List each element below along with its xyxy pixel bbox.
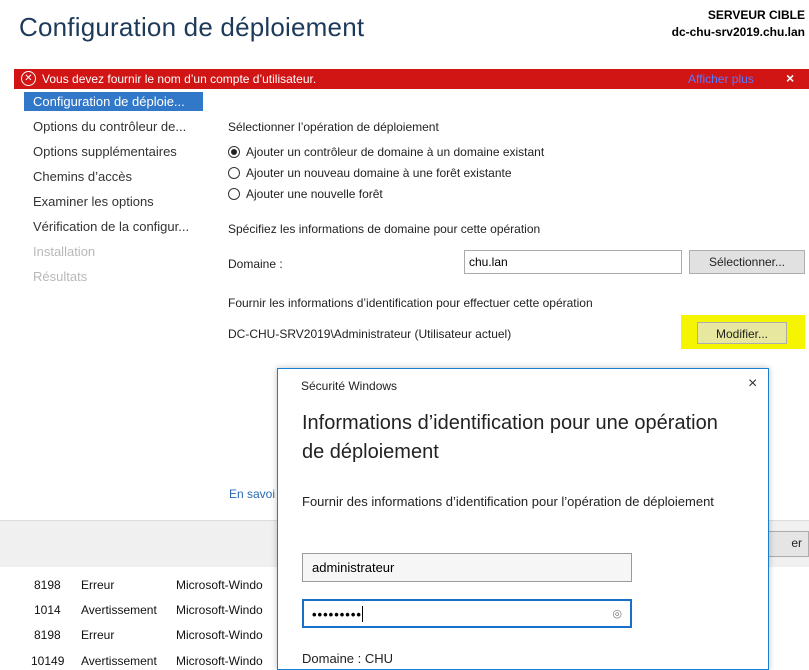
text-cursor — [361, 606, 363, 622]
radio-add-dc-existing-domain[interactable]: Ajouter un contrôleur de domaine à un do… — [228, 145, 544, 159]
username-field[interactable]: administrateur — [302, 553, 632, 582]
sidebar-item-deployment-config[interactable]: Configuration de déploie... — [24, 92, 203, 111]
domain-info-label: Spécifiez les informations de domaine po… — [228, 222, 541, 236]
reveal-password-icon[interactable]: ◎ — [612, 601, 622, 628]
sidebar-item-results: Résultats — [33, 269, 88, 284]
target-server-label: SERVEUR CIBLE — [707, 8, 805, 22]
dialog-heading: Informations d’identification pour une o… — [302, 412, 718, 463]
modify-button[interactable]: Modifier... — [697, 322, 787, 344]
target-server-name: dc-chu-srv2019.chu.lan — [671, 25, 805, 39]
radio-button[interactable] — [228, 188, 240, 200]
learn-more-link[interactable]: En savoi — [229, 487, 275, 501]
sidebar-item-installation: Installation — [33, 244, 96, 259]
domain-input[interactable]: chu.lan — [464, 250, 682, 274]
error-notification-bar: ✕ Vous devez fournir le nom d’un compte … — [14, 69, 809, 89]
current-user-text: DC-CHU-SRV2019\Administrateur (Utilisate… — [228, 327, 512, 341]
close-icon[interactable]: × — [786, 70, 794, 86]
sidebar-item-dc-options[interactable]: Options du contrôleur de... — [24, 117, 203, 136]
show-more-link[interactable]: Afficher plus — [688, 72, 754, 86]
sidebar-item-paths[interactable]: Chemins d’accès — [24, 167, 203, 186]
page-title: Configuration de déploiement — [19, 12, 365, 42]
sidebar-item-additional-options[interactable]: Options supplémentaires — [24, 142, 203, 161]
radio-button[interactable] — [228, 167, 240, 179]
dialog-description: Fournir des informations d’identificatio… — [302, 494, 714, 509]
close-icon[interactable]: × — [748, 375, 757, 393]
windows-security-dialog: Sécurité Windows × Informations d’identi… — [277, 368, 769, 670]
error-icon: ✕ — [21, 71, 36, 86]
radio-button-selected[interactable] — [228, 146, 240, 158]
sidebar-item-prerequisites-check[interactable]: Vérification de la configur... — [24, 217, 203, 236]
radio-add-domain-existing-forest[interactable]: Ajouter un nouveau domaine à une forêt e… — [228, 166, 512, 180]
password-field[interactable]: ••••••••• ◎ — [302, 599, 632, 628]
radio-add-new-forest[interactable]: Ajouter une nouvelle forêt — [228, 187, 383, 201]
sidebar-item-review-options[interactable]: Examiner les options — [24, 192, 203, 211]
domain-label: Domaine : — [228, 257, 283, 271]
domain-line: Domaine : CHU — [302, 651, 394, 666]
wizard-steps-sidebar: Configuration de déploie... Options du c… — [24, 92, 204, 292]
select-domain-button[interactable]: Sélectionner... — [689, 250, 805, 274]
select-operation-label: Sélectionner l’opération de déploiement — [228, 120, 439, 134]
dialog-title: Sécurité Windows — [301, 379, 398, 393]
credentials-label: Fournir les informations d’identificatio… — [228, 296, 593, 310]
error-message: Vous devez fournir le nom d’un compte d’… — [42, 72, 317, 86]
password-mask: ••••••••• — [312, 607, 362, 622]
